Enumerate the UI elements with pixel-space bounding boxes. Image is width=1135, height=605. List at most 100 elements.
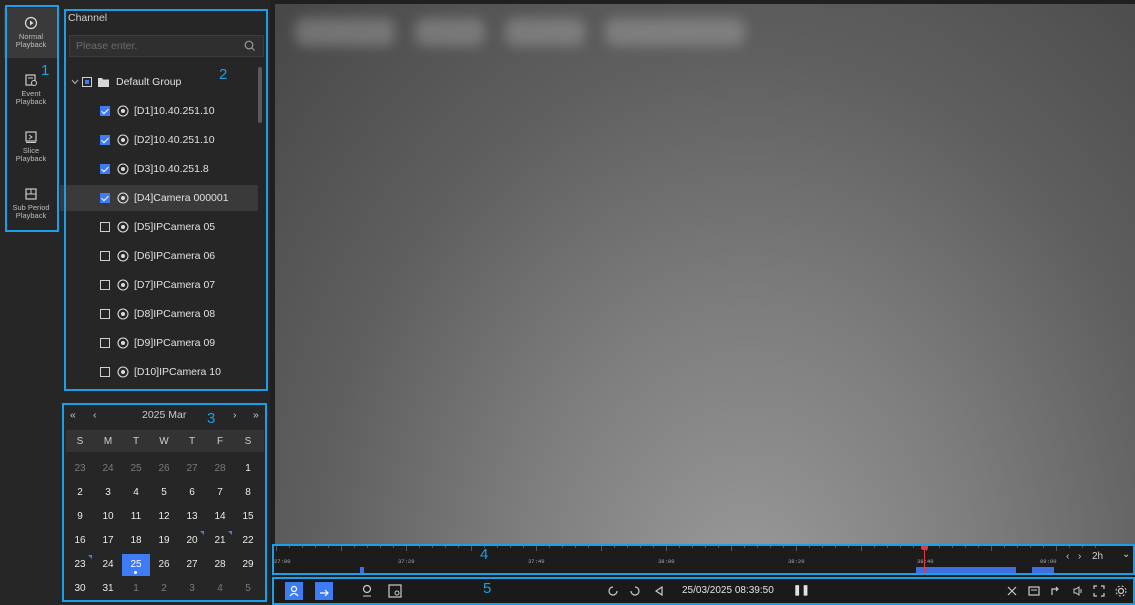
calendar-day[interactable]: 5: [234, 578, 262, 600]
video-viewport[interactable]: [275, 4, 1135, 544]
next-month-button[interactable]: ›: [233, 409, 237, 421]
channel-checkbox[interactable]: [100, 164, 110, 174]
calendar-day[interactable]: 28: [206, 554, 234, 576]
snapshot-icon[interactable]: [1025, 582, 1043, 600]
channel-checkbox[interactable]: [100, 280, 110, 290]
sub-period-playback-button[interactable]: Sub Period Playback: [4, 179, 58, 229]
timeline-prev-button[interactable]: ‹: [1066, 551, 1069, 562]
prev-month-button[interactable]: ‹: [93, 409, 97, 421]
calendar-day[interactable]: 24: [94, 458, 122, 480]
chevron-down-icon[interactable]: [71, 78, 79, 86]
calendar-day[interactable]: 1: [122, 578, 150, 600]
calendar-day[interactable]: 21: [206, 530, 234, 552]
calendar-day[interactable]: 20: [178, 530, 206, 552]
calendar-day[interactable]: 5: [150, 482, 178, 504]
channel-checkbox[interactable]: [100, 106, 110, 116]
timeline-next-button[interactable]: ›: [1078, 551, 1081, 562]
channel-item[interactable]: [D5]IPCamera 05: [60, 214, 258, 240]
calendar-day[interactable]: 26: [150, 458, 178, 480]
export-icon[interactable]: [315, 582, 333, 600]
calendar-day[interactable]: 22: [234, 530, 262, 552]
calendar-day[interactable]: 1: [234, 458, 262, 480]
channel-item[interactable]: [D7]IPCamera 07: [60, 272, 258, 298]
rotate-left-icon[interactable]: [604, 582, 622, 600]
channel-item[interactable]: [D2]10.40.251.10: [60, 127, 258, 153]
calendar-day[interactable]: 23: [66, 554, 94, 576]
channel-checkbox[interactable]: [100, 251, 110, 261]
channel-checkbox[interactable]: [100, 135, 110, 145]
next-year-button[interactable]: »: [253, 409, 259, 421]
calendar-day[interactable]: 3: [178, 578, 206, 600]
digital-zoom-icon[interactable]: [1047, 582, 1065, 600]
calendar-day[interactable]: 4: [206, 578, 234, 600]
channel-item[interactable]: [D9]IPCamera 09: [60, 330, 258, 356]
calendar-day[interactable]: 25: [122, 458, 150, 480]
chevron-down-icon[interactable]: ⌄: [1122, 549, 1130, 560]
recording-segment[interactable]: [1032, 567, 1054, 573]
channel-item[interactable]: [D10]IPCamera 10: [60, 359, 258, 385]
calendar-day[interactable]: 2: [150, 578, 178, 600]
search-icon[interactable]: [243, 39, 257, 53]
play-reverse-icon[interactable]: [650, 582, 668, 600]
channel-item[interactable]: [D8]IPCamera 08: [60, 301, 258, 327]
calendar-day[interactable]: 17: [94, 530, 122, 552]
calendar-day[interactable]: 16: [66, 530, 94, 552]
calendar-day[interactable]: 4: [122, 482, 150, 504]
pause-button[interactable]: ❚❚: [793, 585, 810, 596]
settings-gear-icon[interactable]: [1112, 582, 1130, 600]
fullscreen-icon[interactable]: [1090, 582, 1108, 600]
channel-item[interactable]: [D6]IPCamera 06: [60, 243, 258, 269]
calendar-day[interactable]: 27: [178, 458, 206, 480]
channel-item[interactable]: [D4]Camera 000001: [60, 185, 258, 211]
calendar-day[interactable]: 25: [122, 554, 150, 576]
slice-playback-button[interactable]: Slice Playback: [4, 122, 58, 172]
calendar-day[interactable]: 6: [178, 482, 206, 504]
calendar-day[interactable]: 29: [234, 554, 262, 576]
group-checkbox[interactable]: [82, 77, 92, 87]
lock-icon[interactable]: [358, 582, 376, 600]
prev-year-button[interactable]: «: [70, 409, 76, 421]
calendar-day[interactable]: 19: [150, 530, 178, 552]
channel-checkbox[interactable]: [100, 193, 110, 203]
channel-checkbox[interactable]: [100, 222, 110, 232]
rotate-right-icon[interactable]: [626, 582, 644, 600]
channel-scrollbar[interactable]: [258, 67, 262, 123]
calendar-day[interactable]: 13: [178, 506, 206, 528]
channel-item[interactable]: [D3]10.40.251.8: [60, 156, 258, 182]
channel-checkbox[interactable]: [100, 309, 110, 319]
calendar-day[interactable]: 3: [94, 482, 122, 504]
calendar-day[interactable]: 23: [66, 458, 94, 480]
zoom-select[interactable]: 2h: [1092, 551, 1103, 562]
playhead-cursor[interactable]: [921, 545, 928, 573]
calendar-day[interactable]: 7: [206, 482, 234, 504]
calendar-day[interactable]: 9: [66, 506, 94, 528]
tree-group-default[interactable]: Default Group: [60, 69, 258, 95]
channel-search-input[interactable]: [69, 35, 264, 57]
calendar-day[interactable]: 15: [234, 506, 262, 528]
calendar-day[interactable]: 26: [150, 554, 178, 576]
event-playback-button[interactable]: Event Playback: [4, 65, 58, 115]
recording-segment[interactable]: [916, 567, 1016, 573]
channel-item[interactable]: [D1]10.40.251.10: [60, 98, 258, 124]
calendar-day[interactable]: 8: [234, 482, 262, 504]
calendar-day[interactable]: 24: [94, 554, 122, 576]
calendar-day[interactable]: 27: [178, 554, 206, 576]
calendar-day[interactable]: 12: [150, 506, 178, 528]
calendar-day[interactable]: 18: [122, 530, 150, 552]
calendar-day[interactable]: 28: [206, 458, 234, 480]
channel-checkbox[interactable]: [100, 367, 110, 377]
calendar-day[interactable]: 31: [94, 578, 122, 600]
normal-playback-button[interactable]: Normal Playback: [4, 8, 58, 58]
calendar-day[interactable]: 14: [206, 506, 234, 528]
calendar-day[interactable]: 10: [94, 506, 122, 528]
calendar-day[interactable]: 30: [66, 578, 94, 600]
channel-checkbox[interactable]: [100, 338, 110, 348]
person-icon[interactable]: [285, 582, 303, 600]
calendar-day[interactable]: 11: [122, 506, 150, 528]
clip-icon[interactable]: [1003, 582, 1021, 600]
playback-timeline[interactable]: 27:00 37:20 37:40 38:00 38:20 38:40 09:0…: [272, 544, 1135, 575]
smart-search-icon[interactable]: [386, 582, 404, 600]
volume-icon[interactable]: [1069, 582, 1087, 600]
calendar-day[interactable]: 2: [66, 482, 94, 504]
recording-segment[interactable]: [360, 567, 364, 573]
